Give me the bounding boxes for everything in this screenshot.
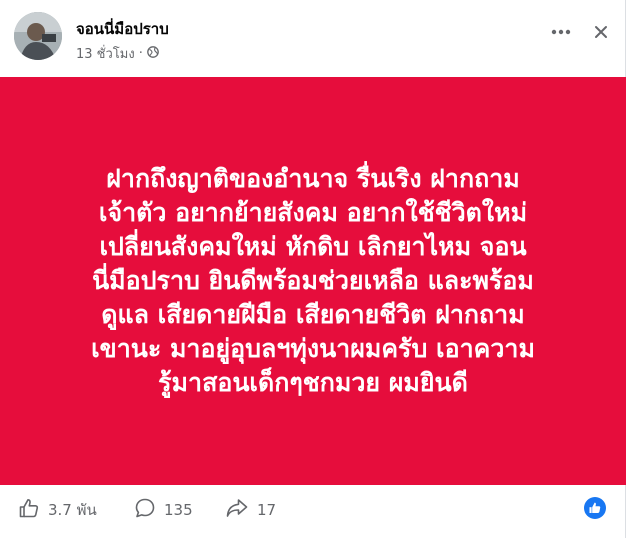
author-name[interactable]: จอนนี่มือปราบ xyxy=(76,17,169,41)
post-card: จอนนี่มือปราบ 13 ชั่วโมง · ฝากถึงญาติของ… xyxy=(0,0,626,538)
post-header: จอนนี่มือปราบ 13 ชั่วโมง · xyxy=(14,12,611,68)
post-footer: 3.7 พัน 135 17 xyxy=(0,485,626,538)
comment-count: 135 xyxy=(164,501,193,519)
globe-icon xyxy=(146,45,159,62)
post-body: ฝากถึงญาติของอำนาจ รื่นเริง ฝากถาม เจ้าต… xyxy=(0,77,626,485)
like-reaction-badge[interactable] xyxy=(584,497,606,519)
share-count: 17 xyxy=(257,501,277,519)
close-icon xyxy=(595,26,607,38)
post-text: ฝากถึงญาติของอำนาจ รื่นเริง ฝากถาม เจ้าต… xyxy=(91,164,535,397)
like-reaction-icon xyxy=(589,502,601,513)
meta-separator: · xyxy=(138,46,143,61)
post-meta: 13 ชั่วโมง · xyxy=(76,43,159,64)
like-stat[interactable]: 3.7 พัน xyxy=(18,497,97,523)
avatar[interactable] xyxy=(14,12,62,60)
more-icon xyxy=(551,29,571,35)
like-count: 3.7 พัน xyxy=(48,501,97,519)
comment-stat[interactable]: 135 xyxy=(134,497,193,523)
thumbs-up-icon xyxy=(18,497,40,523)
post-time[interactable]: 13 ชั่วโมง xyxy=(76,43,135,64)
share-stat[interactable]: 17 xyxy=(225,497,276,523)
header-actions xyxy=(547,20,611,44)
comment-icon xyxy=(134,497,156,523)
close-button[interactable] xyxy=(591,22,611,42)
share-icon xyxy=(225,497,249,523)
more-options-button[interactable] xyxy=(547,20,575,44)
